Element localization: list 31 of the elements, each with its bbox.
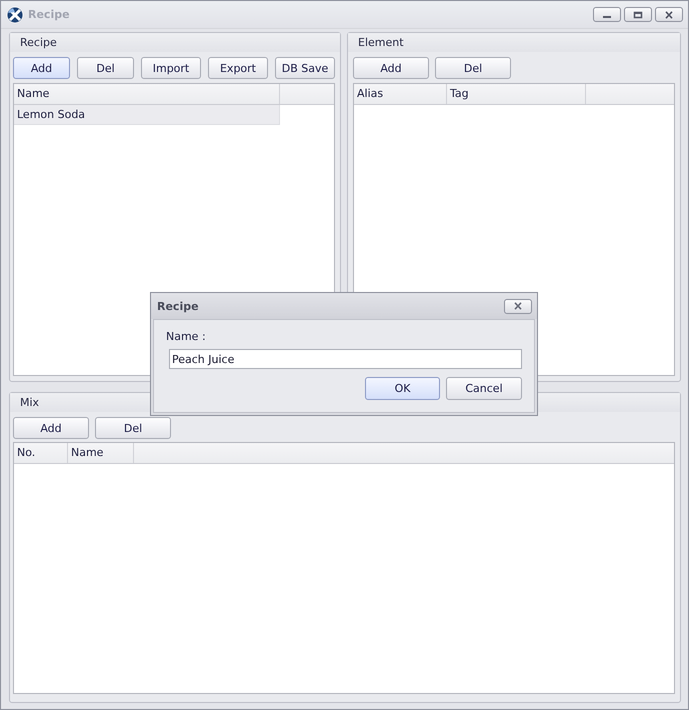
close-button[interactable] — [655, 7, 683, 22]
maximize-button[interactable] — [624, 7, 652, 22]
export-button[interactable]: Export — [208, 57, 268, 79]
table-row[interactable]: Lemon Soda — [14, 105, 280, 125]
add-button[interactable]: Add — [353, 57, 429, 79]
column-header: Name — [14, 84, 280, 104]
minimize-button[interactable] — [593, 7, 621, 22]
maximize-icon — [633, 10, 643, 18]
add-button[interactable]: Add — [13, 417, 89, 439]
import-button[interactable]: Import — [141, 57, 201, 79]
delete-button[interactable]: Del — [95, 417, 171, 439]
column-header: Name — [68, 443, 134, 463]
column-header: Tag — [447, 84, 586, 104]
close-icon — [513, 302, 523, 310]
field-label: Name : — [166, 329, 206, 345]
add-button[interactable]: Add — [13, 57, 70, 79]
panel-header: Recipe — [10, 33, 340, 52]
close-icon — [664, 10, 674, 18]
window-title: Recipe — [28, 8, 71, 21]
db-save-button[interactable]: DB Save — [275, 57, 335, 79]
name-input[interactable]: Peach Juice — [169, 349, 522, 369]
column-header: Alias — [354, 84, 447, 104]
app-logo-icon — [7, 6, 23, 22]
delete-button[interactable]: Del — [77, 57, 134, 79]
delete-button[interactable]: Del — [435, 57, 511, 79]
dialog-title: Recipe — [157, 300, 200, 312]
column-header: No. — [14, 443, 68, 463]
panel-header: Element — [348, 33, 680, 52]
ok-button[interactable]: OK — [365, 377, 440, 400]
cancel-button[interactable]: Cancel — [446, 377, 522, 400]
close-button[interactable] — [504, 298, 532, 314]
